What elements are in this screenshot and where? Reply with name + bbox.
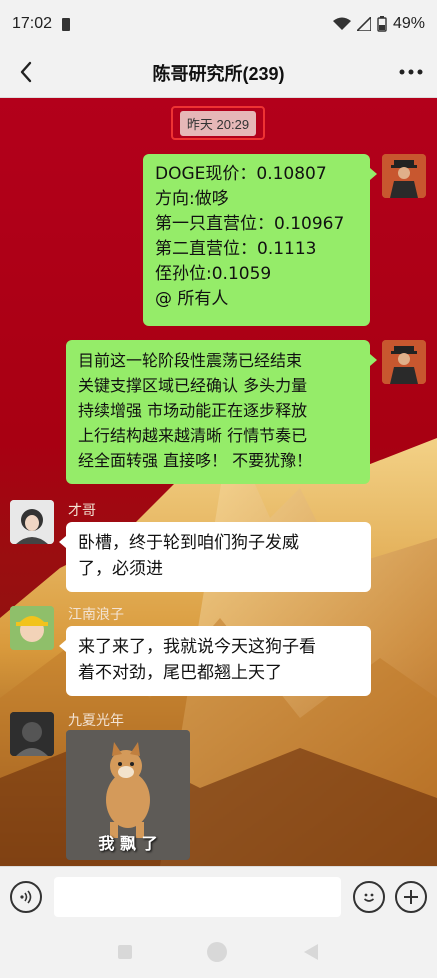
- sticker-caption: 我 飘 了: [98, 834, 158, 853]
- message-bubble-outgoing[interactable]: 目前这一轮阶段性震荡已经结束 关键支撑区域已经确认 多头力量 持续增强 市场动能…: [66, 340, 370, 484]
- input-bar: [0, 866, 437, 926]
- emoji-button[interactable]: [353, 880, 385, 913]
- self-avatar[interactable]: [382, 154, 426, 198]
- message-line: 来了来了，我就说今天这狗子看: [78, 637, 316, 657]
- status-bar: 17:02 49%: [0, 0, 437, 48]
- chevron-left-icon: [20, 61, 32, 83]
- message-line: 持续增强 市场动能正在逐步释放: [78, 401, 308, 420]
- sender-name: 九夏光年: [68, 712, 124, 728]
- bubble-tail: [59, 536, 66, 548]
- message-line: 第二直营位：0.1113: [155, 239, 317, 259]
- back-nav-icon[interactable]: [302, 943, 320, 961]
- timestamp-highlight: 昨天 20:29: [171, 106, 265, 140]
- message-line: DOGE现价：0.10807: [155, 164, 327, 184]
- message-line: 方向:做哆: [155, 189, 229, 209]
- status-time: 17:02: [12, 15, 53, 32]
- sender-name: 才哥: [68, 502, 96, 518]
- contact-avatar[interactable]: [10, 500, 54, 544]
- bubble-tail: [59, 640, 66, 652]
- self-avatar[interactable]: [382, 340, 426, 384]
- message-bubble-incoming[interactable]: 来了来了，我就说今天这狗子看 着不对劲，尾巴都翘上天了: [66, 626, 371, 696]
- battery-icon: [377, 16, 387, 32]
- sender-name: 江南浪子: [68, 606, 124, 622]
- message-bubble-outgoing[interactable]: DOGE现价：0.10807 方向:做哆 第一只直营位：0.10967 第二直营…: [143, 154, 370, 326]
- bubble-tail: [370, 354, 377, 366]
- square-nav-icon[interactable]: [117, 944, 133, 960]
- voice-button[interactable]: [10, 880, 42, 913]
- message-line: 了，必须进: [78, 559, 163, 579]
- chat-header: 陈哥研究所(239): [0, 48, 437, 98]
- message-line: 着不对劲，尾巴都翘上天了: [78, 663, 282, 683]
- more-button[interactable]: [397, 58, 425, 86]
- plus-icon: [404, 889, 418, 904]
- chat-title: 陈哥研究所(239): [152, 63, 285, 84]
- signal-icon: [356, 17, 371, 31]
- emoji-icon: [363, 893, 375, 902]
- sticker-image[interactable]: 我 飘 了: [66, 730, 190, 860]
- contact-avatar[interactable]: [10, 712, 54, 756]
- message-line: 经全面转强 直接哆！ 不要犹豫！: [78, 451, 313, 470]
- message-line: 侄孙位:0.1059: [155, 264, 272, 284]
- message-bubble-incoming[interactable]: 卧槽，终于轮到咱们狗子发威 了，必须进: [66, 522, 371, 592]
- more-dots-icon: [399, 69, 423, 75]
- wifi-icon: [332, 17, 351, 30]
- back-button[interactable]: [12, 58, 40, 86]
- message-line: 卧槽，终于轮到咱们狗子发威: [78, 533, 299, 553]
- sd-card-icon: [62, 17, 71, 31]
- voice-icon: [20, 889, 32, 904]
- timestamp-label: 昨天 20:29: [179, 110, 257, 136]
- battery-percent: 49%: [392, 15, 425, 32]
- system-nav-bar: [0, 926, 437, 978]
- contact-avatar[interactable]: [10, 606, 54, 650]
- message-line: 第一只直营位：0.10967: [155, 214, 345, 234]
- message-line: @ 所有人: [155, 289, 229, 309]
- message-input[interactable]: [54, 876, 341, 917]
- message-line: 上行结构越来越清晰 行情节奏已: [78, 426, 308, 445]
- message-line: 关键支撑区域已经确认 多头力量: [78, 376, 308, 395]
- chat-area[interactable]: 昨天 20:29 DOGE现价：0.10807 方向:做哆 第一只直营位：0.1…: [0, 98, 437, 866]
- plus-button[interactable]: [395, 880, 427, 913]
- status-icons: 49%: [332, 15, 425, 33]
- home-nav-icon[interactable]: [206, 941, 228, 963]
- message-line: 目前这一轮阶段性震荡已经结束: [78, 351, 303, 370]
- bubble-tail: [370, 168, 377, 180]
